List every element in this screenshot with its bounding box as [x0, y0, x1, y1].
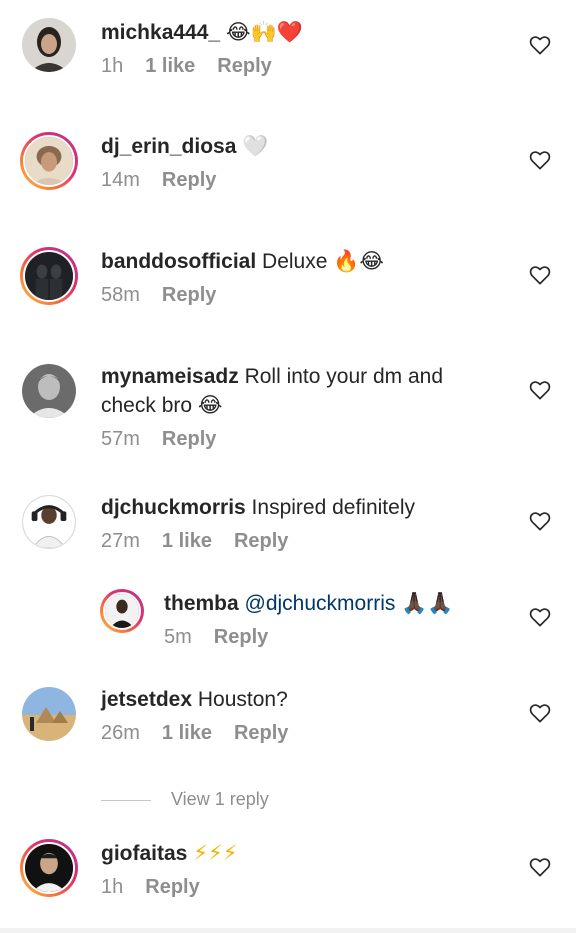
comment-text: djchuckmorris Inspired definitely: [101, 496, 415, 519]
avatar[interactable]: [20, 839, 78, 897]
heart-outline-icon[interactable]: [529, 35, 551, 55]
comment-username[interactable]: giofaitas: [101, 842, 187, 865]
reply-button[interactable]: Reply: [162, 428, 216, 450]
comment-likes[interactable]: 1 like: [162, 722, 212, 744]
heart-outline-icon[interactable]: [529, 857, 551, 877]
heart-outline-icon[interactable]: [529, 511, 551, 531]
avatar[interactable]: [100, 589, 144, 633]
reply-button[interactable]: Reply: [217, 55, 271, 77]
avatar[interactable]: [20, 132, 78, 190]
divider: [101, 799, 151, 801]
comment-time: 58m: [101, 284, 140, 306]
comment-text: mynameisadz Roll into your dm and check …: [101, 365, 444, 417]
comment-emoji: 😂: [197, 393, 223, 417]
reply-button[interactable]: Reply: [162, 284, 216, 306]
comment-meta: 1h Reply: [101, 874, 501, 900]
comment-time: 57m: [101, 428, 140, 450]
avatar[interactable]: [22, 495, 76, 549]
heart-outline-icon[interactable]: [529, 150, 551, 170]
heart-outline-icon[interactable]: [529, 380, 551, 400]
comment-username[interactable]: djchuckmorris: [101, 496, 246, 519]
heart-outline-icon[interactable]: [529, 265, 551, 285]
heart-outline-icon[interactable]: [529, 607, 551, 627]
comment-text: banddosofficial Deluxe 🔥😂: [101, 249, 384, 273]
comment-username[interactable]: jetsetdex: [101, 688, 192, 711]
comment-time: 26m: [101, 722, 140, 744]
comment-text: dj_erin_diosa 🤍: [101, 132, 501, 161]
reply-button[interactable]: Reply: [145, 876, 199, 898]
comment-username[interactable]: banddosofficial: [101, 250, 256, 273]
view-replies-button[interactable]: View 1 reply: [101, 786, 269, 812]
comment-likes[interactable]: 1 like: [145, 55, 195, 77]
avatar[interactable]: [22, 364, 76, 418]
comment-meta: 57m Reply: [101, 426, 481, 452]
comment-text: giofaitas ⚡⚡⚡: [101, 839, 501, 868]
comment-username[interactable]: mynameisadz: [101, 365, 239, 388]
comment-meta: 14m Reply: [101, 167, 501, 193]
reply-button[interactable]: Reply: [162, 169, 216, 191]
comment-likes[interactable]: 1 like: [162, 530, 212, 552]
comment-text: michka444_ 😂🙌❤️: [101, 18, 501, 47]
comment-username[interactable]: michka444_: [101, 21, 220, 44]
reply-button[interactable]: Reply: [214, 626, 268, 648]
avatar[interactable]: [22, 687, 76, 741]
comment-text: themba @djchuckmorris 🙏🏿🙏🏿: [164, 589, 564, 618]
comment-text: jetsetdex Houston?: [101, 688, 288, 711]
comment-time: 5m: [164, 626, 192, 648]
bottom-divider: [0, 928, 576, 933]
comment-meta: 26m 1 like Reply: [101, 720, 501, 746]
avatar[interactable]: [20, 247, 78, 305]
comment-time: 1h: [101, 55, 124, 77]
comment-meta: 1h 1 like Reply: [101, 53, 501, 79]
comment-time: 1h: [101, 876, 124, 898]
comment-meta: 27m 1 like Reply: [101, 528, 501, 554]
comment-time: 27m: [101, 530, 140, 552]
reply-button[interactable]: Reply: [234, 722, 288, 744]
comment-emoji: 🔥😂: [333, 249, 384, 273]
comment-meta: 58m Reply: [101, 282, 501, 308]
comment-emoji: 🤍: [242, 134, 269, 158]
comment-emoji: 🙏🏿🙏🏿: [401, 591, 454, 615]
heart-outline-icon[interactable]: [529, 703, 551, 723]
comment-emoji: ⚡⚡⚡: [193, 841, 238, 865]
comment-username[interactable]: themba: [164, 592, 239, 615]
comment-time: 14m: [101, 169, 140, 191]
comment-username[interactable]: dj_erin_diosa: [101, 135, 236, 158]
reply-button[interactable]: Reply: [234, 530, 288, 552]
comment-emoji: 😂🙌❤️: [225, 20, 303, 44]
comment-meta: 5m Reply: [164, 624, 564, 650]
avatar[interactable]: [22, 18, 76, 72]
mention-link[interactable]: @djchuckmorris: [239, 592, 402, 615]
